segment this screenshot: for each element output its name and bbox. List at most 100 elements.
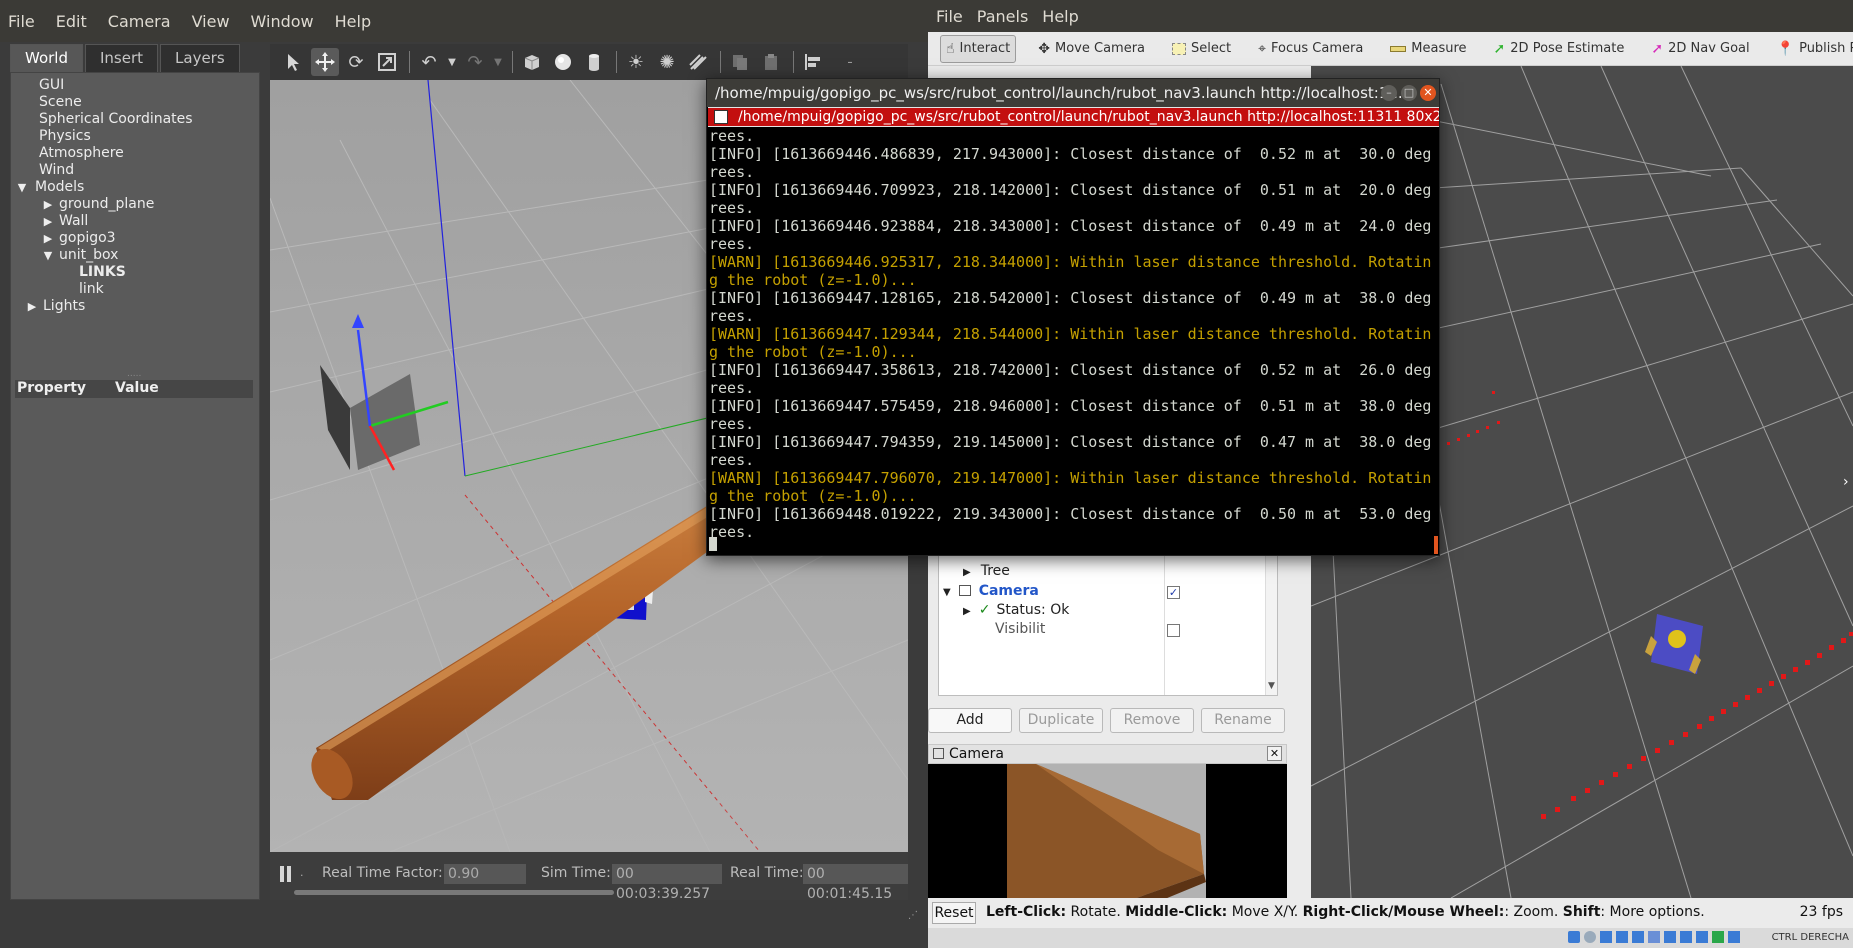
scale-mode-button[interactable] [373, 48, 401, 76]
terminal-output[interactable]: rees. [INFO] [1613669446.486839, 217.9430… [708, 127, 1439, 555]
gazebo-menu-camera[interactable]: Camera [108, 12, 171, 31]
tree-item-wind[interactable]: Wind [11, 162, 259, 179]
expanded-arrow-icon[interactable]: ▼ [943, 587, 951, 598]
keyboard-icon[interactable] [1728, 931, 1740, 943]
pose-estimate-tool-button[interactable]: ➚ 2D Pose Estimate [1489, 35, 1630, 63]
interact-tool-button[interactable]: ☝ Interact [940, 34, 1017, 63]
collapsed-arrow-icon[interactable]: ▶ [41, 213, 55, 230]
pause-button[interactable] [279, 865, 293, 883]
gazebo-menu-help[interactable]: Help [335, 12, 371, 31]
gazebo-menu-window[interactable]: Window [251, 12, 314, 31]
tree-item-gopigo3[interactable]: ▶ gopigo3 [11, 230, 259, 247]
step-button[interactable]: . [300, 866, 304, 879]
align-button[interactable] [799, 48, 827, 76]
copy-button[interactable] [726, 48, 754, 76]
collapsed-arrow-icon[interactable]: ▶ [41, 230, 55, 247]
display-item-tree[interactable]: ▶ Tree [939, 562, 1277, 581]
recording-icon[interactable] [1680, 931, 1692, 943]
tree-item-gui[interactable]: GUI [11, 77, 259, 94]
tree-item-physics[interactable]: Physics [11, 128, 259, 145]
usb-icon[interactable] [1632, 931, 1644, 943]
undo-history-dropdown[interactable]: ▼ [446, 48, 458, 76]
tree-item-links[interactable]: LINKS [11, 264, 259, 281]
move-camera-tool-button[interactable]: ✥ Move Camera [1033, 35, 1150, 63]
collapsed-arrow-icon[interactable]: ▶ [25, 298, 39, 315]
tree-item-models[interactable]: ▼ Models [11, 179, 259, 196]
rviz-menu-file[interactable]: File [936, 7, 963, 26]
tree-item-spherical-coordinates[interactable]: Spherical Coordinates [11, 111, 259, 128]
point-light-button[interactable]: ☀ [622, 48, 650, 76]
rotate-mode-button[interactable]: ⟳ [342, 48, 370, 76]
display-icon[interactable] [1664, 931, 1676, 943]
insert-sphere-button[interactable] [549, 48, 577, 76]
horizontal-scrollbar[interactable] [294, 890, 614, 895]
audio-icon[interactable] [1600, 931, 1612, 943]
publish-point-tool-button[interactable]: 📍 Publish Point [1772, 35, 1853, 63]
close-icon[interactable]: ✕ [1420, 85, 1436, 101]
collapsed-arrow-icon[interactable]: ▶ [41, 196, 55, 213]
reset-button[interactable]: Reset [932, 902, 976, 924]
insert-cylinder-button[interactable] [580, 48, 608, 76]
close-panel-icon[interactable]: ✕ [1267, 746, 1282, 761]
remove-display-button[interactable]: Remove [1110, 708, 1194, 733]
terminal-window[interactable]: /home/mpuig/gopigo_pc_ws/src/rubot_contr… [706, 78, 1440, 556]
duplicate-display-button[interactable]: Duplicate [1019, 708, 1103, 733]
rviz-menu-help[interactable]: Help [1042, 7, 1078, 26]
insert-box-button[interactable] [518, 48, 546, 76]
tab-insert[interactable]: Insert [85, 44, 159, 72]
select-tool-button[interactable]: Select [1167, 35, 1236, 63]
expanded-arrow-icon[interactable]: ▼ [41, 247, 55, 264]
collapsed-arrow-icon[interactable]: ▶ [963, 606, 971, 617]
add-display-button[interactable]: Add [928, 708, 1012, 733]
redo-button[interactable]: ↷ [461, 48, 489, 76]
display-item-camera[interactable]: ▼ Camera [939, 582, 1277, 601]
spot-light-button[interactable]: ✺ [653, 48, 681, 76]
tree-item-scene[interactable]: Scene [11, 94, 259, 111]
select-mode-button[interactable] [280, 48, 308, 76]
collapse-arrow-icon[interactable]: › [1843, 474, 1849, 490]
tree-item-atmosphere[interactable]: Atmosphere [11, 145, 259, 162]
collapsed-arrow-icon[interactable]: ▶ [963, 567, 971, 578]
focus-camera-tool-button[interactable]: ⌖ Focus Camera [1253, 35, 1368, 63]
gazebo-menu-view[interactable]: View [192, 12, 230, 31]
gazebo-menu-edit[interactable]: Edit [56, 12, 87, 31]
tab-layers[interactable]: Layers [160, 44, 240, 72]
terminal-scroll-indicator[interactable] [1434, 536, 1438, 554]
measure-tool-button[interactable]: Measure [1385, 35, 1471, 63]
expanded-arrow-icon[interactable]: ▼ [15, 179, 29, 196]
displays-scrollbar[interactable]: ▼ [1265, 547, 1277, 695]
visibility-checkbox[interactable] [1167, 624, 1180, 637]
paste-button[interactable] [757, 48, 785, 76]
resize-grip-icon[interactable]: ⋰ [908, 910, 918, 921]
display-item-visibility[interactable]: Visibilit [939, 620, 1277, 639]
network-icon[interactable] [1616, 931, 1628, 943]
tree-item-ground-plane[interactable]: ▶ ground_plane [11, 196, 259, 213]
camera-enabled-checkbox[interactable]: ✓ [1167, 586, 1180, 599]
display-item-status[interactable]: ▶ ✓ Status: Ok [939, 601, 1277, 620]
undo-button[interactable]: ↶ [415, 48, 443, 76]
terminal-tab[interactable]: /home/mpuig/gopigo_pc_ws/src/rubot_contr… [708, 107, 1439, 127]
tree-item-wall[interactable]: ▶ Wall [11, 213, 259, 230]
rename-display-button[interactable]: Rename [1201, 708, 1285, 733]
translate-mode-button[interactable] [311, 48, 339, 76]
directional-light-button[interactable] [684, 48, 712, 76]
splitter-handle[interactable]: ..... [127, 369, 141, 379]
minimize-icon[interactable]: – [1381, 85, 1397, 101]
harddisk-icon[interactable] [1568, 931, 1580, 943]
tree-item-lights[interactable]: ▶ Lights [11, 298, 259, 315]
tree-item-link[interactable]: link [11, 281, 259, 298]
redo-history-dropdown[interactable]: ▼ [492, 48, 504, 76]
rviz-menu-panels[interactable]: Panels [977, 7, 1029, 26]
cpu-icon[interactable] [1696, 931, 1708, 943]
tab-world[interactable]: World [10, 44, 83, 72]
scroll-down-icon[interactable]: ▼ [1268, 681, 1275, 691]
toolbar-overflow-button[interactable]: – [844, 48, 856, 76]
maximize-icon[interactable]: □ [1401, 85, 1417, 101]
mouse-integration-icon[interactable] [1712, 931, 1724, 943]
shared-folders-icon[interactable] [1648, 931, 1660, 943]
terminal-title-bar[interactable]: /home/mpuig/gopigo_pc_ws/src/rubot_contr… [707, 79, 1439, 107]
nav-goal-tool-button[interactable]: ➚ 2D Nav Goal [1646, 35, 1754, 63]
gazebo-menu-file[interactable]: File [8, 12, 35, 31]
optical-drive-icon[interactable] [1584, 931, 1596, 943]
tree-item-unit-box[interactable]: ▼ unit_box [11, 247, 259, 264]
